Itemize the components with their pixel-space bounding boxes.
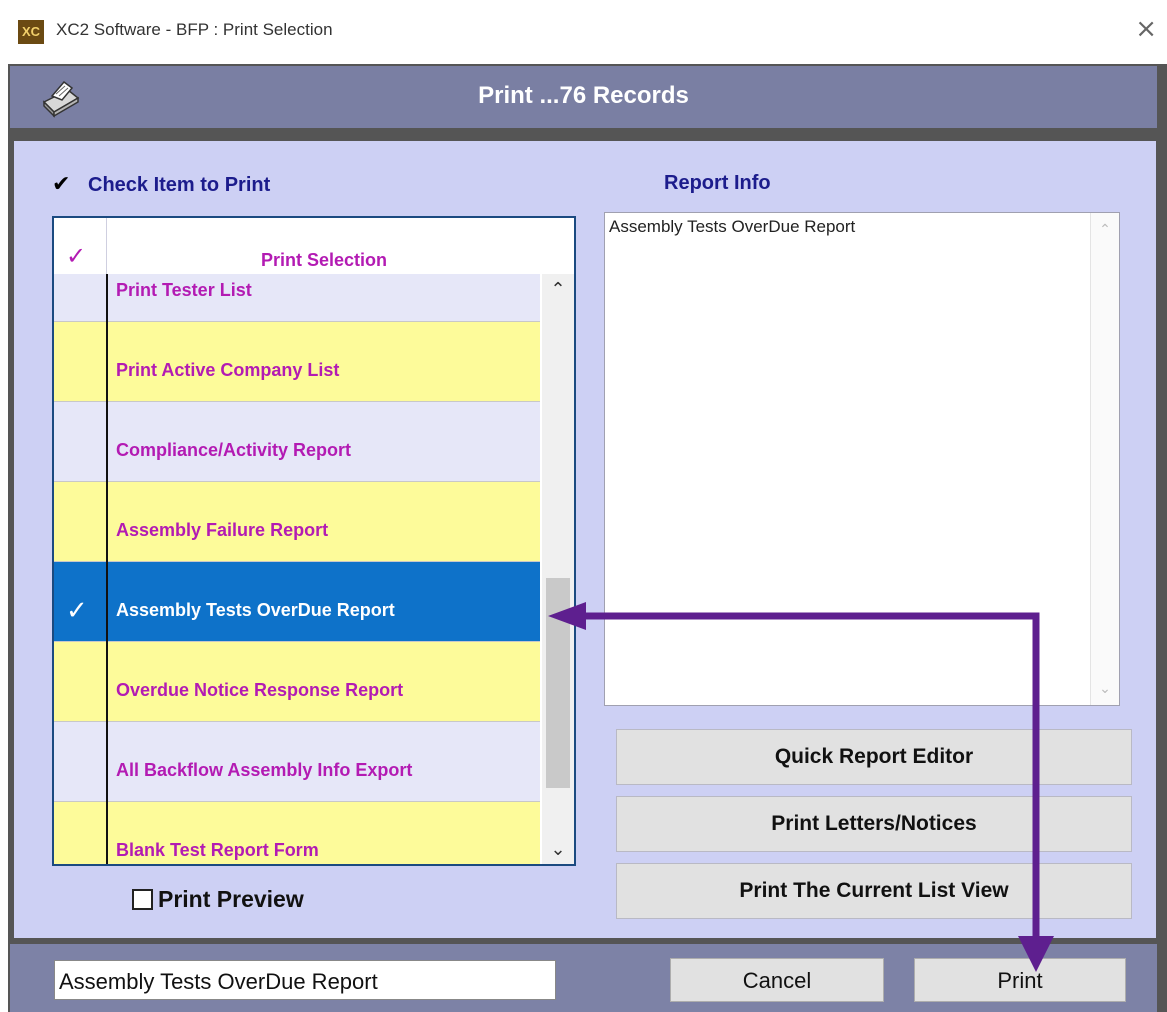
checkmark-icon: ✓ — [66, 596, 88, 626]
list-item-print-tester-list[interactable]: Print Tester List — [54, 274, 540, 322]
list-item-label: All Backflow Assembly Info Export — [116, 760, 413, 780]
window-title: XC2 Software - BFP : Print Selection — [56, 20, 333, 39]
list-item-assembly-failure-report[interactable]: Assembly Failure Report — [54, 482, 540, 562]
list-item-label: Assembly Tests OverDue Report — [116, 600, 395, 620]
list-scrollbar[interactable]: ⌃ ⌄ — [542, 274, 574, 864]
list-item-print-active-company-list[interactable]: Print Active Company List — [54, 322, 540, 402]
print-preview-checkbox[interactable]: Print Preview — [132, 886, 304, 913]
print-selection-list[interactable]: ✓ Print Selection Print Tester List Prin… — [52, 216, 576, 866]
list-item-label: Print Tester List — [116, 280, 252, 300]
list-item-assembly-tests-overdue-report[interactable]: ✓ Assembly Tests OverDue Report — [54, 562, 540, 642]
print-current-list-view-button[interactable]: Print The Current List View — [616, 863, 1132, 919]
app-logo: XC — [18, 20, 44, 44]
report-info-textarea[interactable]: Assembly Tests OverDue Report ⌃ ⌄ — [604, 212, 1120, 706]
column-header-label: Print Selection — [260, 250, 388, 270]
dialog-title: Print ...76 Records — [478, 82, 689, 109]
list-item-label: Blank Test Report Form — [116, 840, 319, 860]
column-checkmark-icon: ✓ — [66, 242, 87, 270]
list-item-label: Compliance/Activity Report — [116, 440, 352, 460]
scroll-up-icon[interactable]: ⌃ — [542, 274, 574, 304]
list-section-title-text: Check Item to Print — [88, 174, 271, 196]
list-rows: Print Tester List Print Active Company L… — [54, 274, 540, 864]
print-letters-notices-button[interactable]: Print Letters/Notices — [616, 796, 1132, 852]
quick-report-editor-button[interactable]: Quick Report Editor — [616, 729, 1132, 785]
print-button[interactable]: Print — [914, 958, 1126, 1002]
list-item-label: Print Active Company List — [116, 360, 340, 380]
scroll-thumb[interactable] — [546, 578, 570, 788]
dialog-header: Print ...76 Records — [10, 66, 1157, 128]
column-divider — [106, 218, 107, 274]
list-header: ✓ Print Selection — [54, 218, 540, 274]
checkmark-icon: ✔ — [52, 172, 71, 197]
report-info-title: Report Info — [664, 172, 771, 194]
scroll-down-icon[interactable]: ⌄ — [1091, 680, 1119, 697]
report-info-text: Assembly Tests OverDue Report — [609, 217, 856, 236]
list-section-title: ✔ Check Item to Print — [52, 172, 270, 197]
list-item-label: Overdue Notice Response Report — [116, 680, 404, 700]
selected-report-field[interactable]: Assembly Tests OverDue Report — [54, 960, 556, 1000]
checkbox-column-divider — [106, 274, 108, 864]
scroll-down-icon[interactable]: ⌄ — [542, 834, 574, 864]
close-icon[interactable]: × — [1135, 14, 1157, 44]
list-item-label: Assembly Failure Report — [116, 520, 329, 540]
scroll-up-icon[interactable]: ⌃ — [1091, 221, 1119, 238]
list-item-overdue-notice-response-report[interactable]: Overdue Notice Response Report — [54, 642, 540, 722]
list-item-compliance-activity-report[interactable]: Compliance/Activity Report — [54, 402, 540, 482]
checkbox-icon[interactable] — [132, 889, 153, 910]
cancel-button[interactable]: Cancel — [670, 958, 884, 1002]
list-item-blank-test-report-form[interactable]: Blank Test Report Form — [54, 802, 540, 864]
report-info-scrollbar[interactable]: ⌃ ⌄ — [1090, 213, 1119, 705]
window-titlebar: XC XC2 Software - BFP : Print Selection … — [0, 0, 1167, 64]
print-preview-label: Print Preview — [158, 886, 304, 912]
list-item-all-backflow-assembly-info-export[interactable]: All Backflow Assembly Info Export — [54, 722, 540, 802]
